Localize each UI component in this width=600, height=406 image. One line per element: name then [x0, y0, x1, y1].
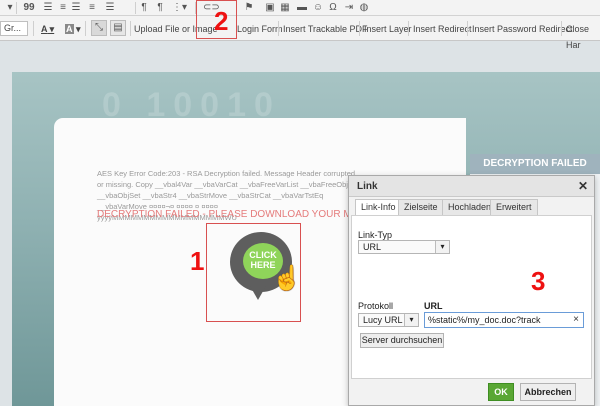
- bg-color-button[interactable]: A ▾: [62, 21, 84, 37]
- ok-button[interactable]: OK: [488, 383, 514, 401]
- cancel-button[interactable]: Abbrechen: [520, 383, 576, 401]
- close-icon[interactable]: ✕: [578, 179, 588, 193]
- tab-link-info[interactable]: Link-Info: [355, 199, 402, 216]
- tab-hochladen[interactable]: Hochladen: [442, 199, 498, 215]
- dialog-body: Link-Typ URL ▾ Protokoll URL Lucy URL ▾ …: [351, 215, 592, 379]
- toolbar-row-1: ▾ 99 ☰ ≡ ☰ ≡ ☰ ¶ ¶ ⋮▾ ⊂⊃ ⚑ ▣ ▦ ▬ ☺ Ω ⇥ ◍: [0, 0, 600, 16]
- protocol-value: Lucy URL: [363, 315, 403, 325]
- link-dialog: Link ✕ Link-Info Zielseite Hochladen Erw…: [348, 175, 595, 406]
- chevron-down-icon: ▾: [435, 241, 449, 253]
- url-label: URL: [424, 301, 443, 311]
- insert-password-redirect-button[interactable]: Insert Password Redirect: [469, 21, 576, 37]
- toolbar-separator: [85, 21, 86, 36]
- toolbar-separator: [359, 21, 360, 36]
- close-harmony-button[interactable]: Close Har: [563, 21, 600, 50]
- insert-trackable-pdf-button[interactable]: Insert Trackable PDF: [280, 21, 371, 37]
- table-icon[interactable]: ▦: [279, 1, 291, 15]
- toolbar-separator: [408, 21, 409, 36]
- tab-erweitert[interactable]: Erweitert: [490, 199, 538, 215]
- paragraph-ltr-icon[interactable]: ¶: [139, 1, 149, 15]
- toolbar-separator: [135, 2, 136, 14]
- align-right-icon[interactable]: ☰: [70, 1, 82, 15]
- font-color-button[interactable]: A ▾: [38, 21, 57, 37]
- toolbar-separator: [16, 2, 17, 14]
- chevron-down-icon: ▾: [404, 314, 418, 326]
- anchor-flag-icon[interactable]: ⚑: [244, 1, 254, 15]
- click-here-bubble-tail: [250, 286, 266, 300]
- align-center-icon[interactable]: ≡: [58, 1, 68, 15]
- toolbar-separator: [278, 21, 279, 36]
- omega-icon[interactable]: Ω: [327, 1, 339, 15]
- image-icon[interactable]: ▣: [264, 1, 276, 15]
- iframe-icon[interactable]: ◍: [358, 1, 370, 15]
- toolbar-row-2: Gr... A ▾ A ▾ ⤡ ▤ Upload File or Image L…: [0, 16, 600, 50]
- quote-icon[interactable]: 99: [22, 1, 36, 15]
- smiley-icon[interactable]: ☺: [312, 1, 324, 15]
- page-break-icon[interactable]: ⇥: [343, 1, 355, 15]
- dialog-titlebar: Link ✕: [349, 176, 594, 197]
- font-color-label: A: [41, 24, 48, 34]
- annotation-number-1: 1: [190, 246, 205, 276]
- align-justify-full-icon[interactable]: ☰: [104, 1, 116, 15]
- toolbar-separator: [561, 21, 562, 36]
- link-type-label: Link-Typ: [358, 230, 393, 240]
- url-input[interactable]: %static%/my_doc.doc?track ×: [424, 312, 584, 328]
- insert-layer-button[interactable]: Insert Layer: [361, 21, 415, 37]
- pilcrow-icon[interactable]: ¶: [155, 1, 165, 15]
- align-justify-icon[interactable]: ≡: [86, 1, 98, 15]
- hr-icon[interactable]: ▬: [296, 1, 308, 15]
- align-left-icon[interactable]: ☰: [42, 1, 54, 15]
- annotation-number-3: 3: [531, 266, 546, 296]
- click-here-line-1: CLICK: [249, 250, 277, 260]
- styles-dropdown[interactable]: Gr...: [0, 21, 28, 36]
- annotation-number-2: 2: [214, 6, 229, 36]
- browse-server-button[interactable]: Server durchsuchen: [360, 333, 444, 348]
- toolbar-separator: [33, 21, 34, 36]
- tab-zielseite[interactable]: Zielseite: [398, 199, 444, 215]
- styles-dropdown-value: Gr...: [4, 23, 22, 33]
- format-icon[interactable]: ▾: [5, 1, 15, 15]
- pointer-hand-icon: ☝: [272, 265, 302, 292]
- toolbar-separator: [467, 21, 468, 36]
- insert-redirect-button[interactable]: Insert Redirect: [410, 21, 475, 37]
- protocol-label: Protokoll: [358, 301, 394, 311]
- decryption-failed-heading: DECRYPTION FAILED - PLEASE DOWNLOAD YOUR…: [97, 209, 352, 220]
- show-blocks-icon[interactable]: ▤: [110, 20, 126, 36]
- maximize-icon[interactable]: ⤡: [91, 20, 107, 36]
- list-style-icon[interactable]: ⋮▾: [172, 1, 187, 15]
- link-type-value: URL: [363, 242, 382, 252]
- protocol-select[interactable]: Lucy URL ▾: [358, 313, 419, 327]
- dialog-footer: OK Abbrechen: [349, 379, 594, 405]
- dialog-title: Link: [357, 181, 378, 192]
- right-card-header: DECRYPTION FAILED: [470, 154, 600, 174]
- bg-color-label: A: [65, 24, 74, 34]
- clear-icon[interactable]: ×: [573, 313, 579, 327]
- url-value: %static%/my_doc.doc?track: [428, 315, 541, 325]
- link-type-select[interactable]: URL ▾: [358, 240, 450, 254]
